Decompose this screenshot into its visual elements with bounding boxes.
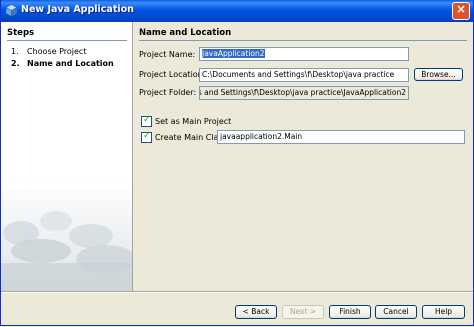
name-and-location-panel: Name and Location Project Name: JavaAppl… [133,22,473,291]
close-icon: × [455,2,467,16]
step-number: 2. [11,59,20,68]
steps-heading: Steps [7,28,35,38]
steps-panel: Steps 1. Choose Project 2. Name and Locati… [1,22,133,291]
panel-heading: Name and Location [139,28,232,38]
title-bar[interactable]: New Java Application × [1,0,473,22]
project-location-label: Project Location: [139,70,206,79]
checkmark-icon: ✓ [143,115,151,125]
help-button[interactable]: Help [422,305,465,319]
back-button[interactable]: < Back [235,305,277,319]
project-name-label: Project Name: [139,50,196,59]
project-location-input[interactable]: C:\Documents and Settings\f\Desktop\java… [199,68,409,82]
netbeans-cube-icon [5,4,18,17]
step-label: Choose Project [27,47,87,56]
next-button[interactable]: Next > [282,305,324,319]
set-main-project-checkbox[interactable]: ✓ [141,115,152,127]
step-label: Name and Location [27,59,114,68]
main-class-input[interactable]: javaapplication2.Main [217,130,465,144]
finish-button[interactable]: Finish [329,305,371,319]
window-title: New Java Application [21,4,134,15]
cancel-button[interactable]: Cancel [375,305,417,319]
decorative-background-art [1,181,132,291]
checkmark-icon: ✓ [143,131,151,141]
project-folder-field: Documents and Settings\f\Desktop\java pr… [199,86,409,100]
step-choose-project: 1. Choose Project [11,47,86,56]
step-name-and-location: 2. Name and Location [11,59,114,68]
panel-divider [139,40,467,41]
step-number: 1. [11,47,19,56]
project-name-input[interactable]: JavaApplication2 [199,47,409,61]
close-button[interactable]: × [452,2,470,20]
new-java-application-dialog: New Java Application × Steps 1. Choose Pr… [0,0,474,326]
steps-divider [7,40,127,41]
browse-button[interactable]: Browse... [414,68,463,81]
create-main-class-checkbox[interactable]: ✓ [141,131,152,143]
project-folder-label: Project Folder: [139,88,197,97]
project-name-value: JavaApplication2 [202,49,265,58]
button-bar-separator [1,291,473,293]
set-main-project-label: Set as Main Project [155,117,232,126]
project-folder-value: Documents and Settings\f\Desktop\java pr… [200,88,406,97]
